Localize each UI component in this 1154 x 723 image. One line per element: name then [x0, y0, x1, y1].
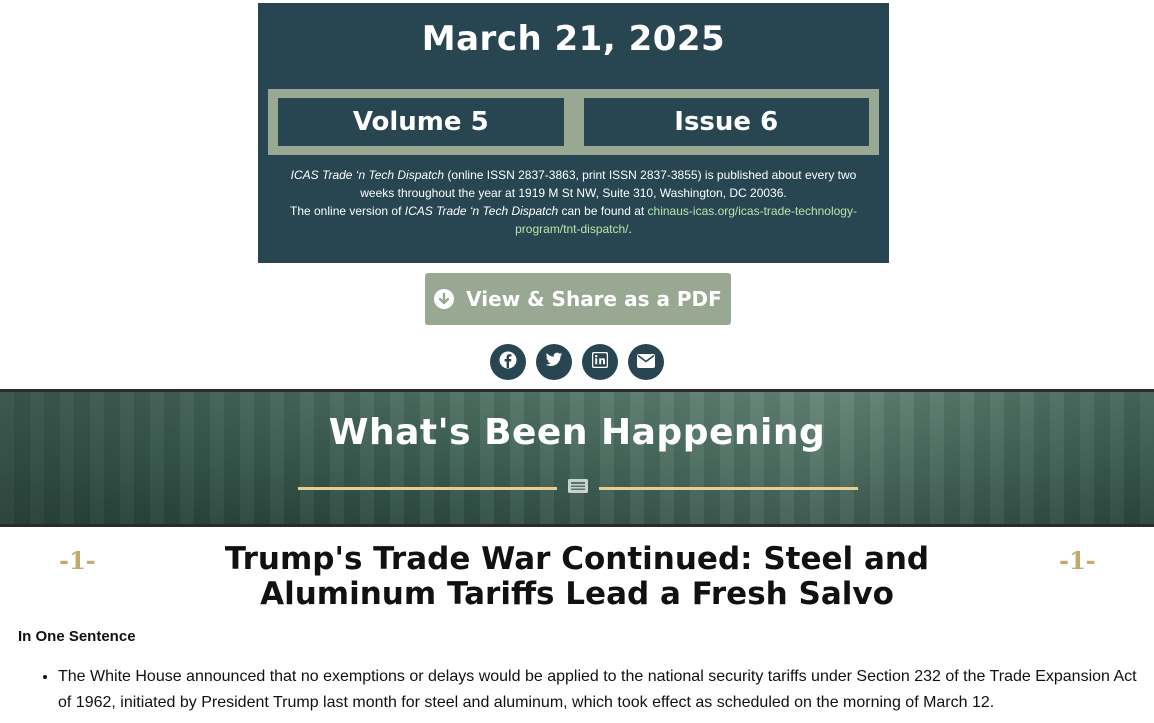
facebook-icon — [499, 351, 517, 373]
facebook-share-button[interactable] — [490, 344, 526, 380]
issue-label: Issue 6 — [583, 98, 869, 146]
article-number-left: -1- — [59, 546, 96, 575]
linkedin-icon — [591, 351, 609, 372]
publication-info-line2-start: The online version of — [290, 204, 405, 218]
arrow-down-circle-icon — [434, 289, 455, 309]
divider-line-right — [599, 486, 858, 490]
article-number-right: -1- — [1059, 546, 1096, 575]
publication-title-2: ICAS Trade ‘n Tech Dispatch — [404, 204, 559, 218]
share-buttons — [0, 344, 1154, 380]
issue-date: March 21, 2025 — [421, 19, 726, 59]
volume-issue-row: Volume 5 Issue 6 — [268, 89, 879, 155]
section-banner: What's Been Happening — [0, 389, 1154, 527]
article-title: Trump's Trade War Continued: Steel and A… — [224, 541, 930, 612]
email-icon — [637, 353, 655, 372]
divider-line-left — [298, 486, 557, 490]
volume-label: Volume 5 — [278, 98, 564, 146]
publication-title: ICAS Trade ‘n Tech Dispatch — [290, 168, 445, 182]
view-share-pdf-button[interactable]: View & Share as a PDF — [425, 273, 731, 325]
issue-header-card: March 21, 2025 Volume 5 Issue 6 ICAS Tra… — [258, 3, 889, 263]
twitter-share-button[interactable] — [536, 344, 572, 380]
twitter-icon — [545, 352, 563, 372]
publication-info: ICAS Trade ‘n Tech Dispatch (online ISSN… — [278, 166, 869, 238]
pdf-button-label: View & Share as a PDF — [466, 287, 722, 311]
linkedin-share-button[interactable] — [582, 344, 618, 380]
article-header: -1- Trump's Trade War Continued: Steel a… — [0, 540, 1154, 620]
summary-list: The White House announced that no exempt… — [18, 664, 1138, 716]
publication-info-line2-mid: can be found at — [558, 204, 648, 218]
list-item: The White House announced that no exempt… — [58, 664, 1138, 716]
section-title: What's Been Happening — [328, 412, 826, 453]
publication-info-line2-end: . — [628, 222, 632, 236]
banner-divider — [298, 478, 858, 498]
in-one-sentence-label: In One Sentence — [18, 628, 136, 645]
newspaper-icon — [567, 478, 589, 498]
email-share-button[interactable] — [628, 344, 664, 380]
